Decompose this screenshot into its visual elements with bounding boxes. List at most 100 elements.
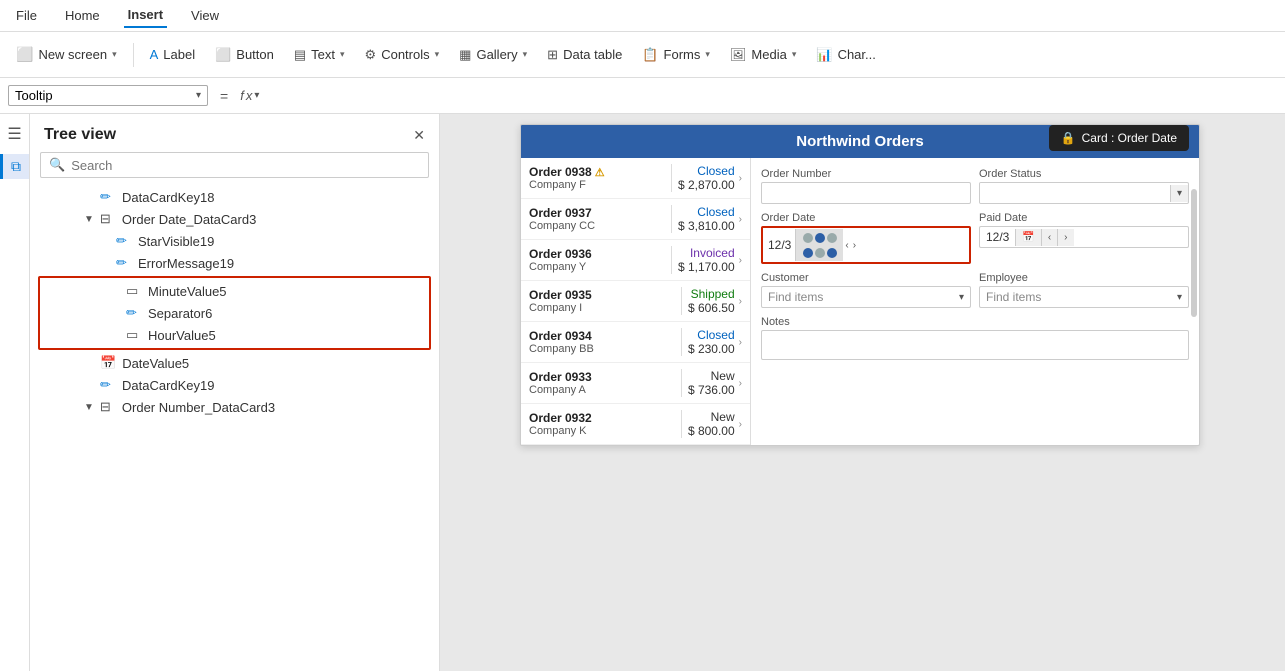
media-button[interactable]: 🖼 Media ▾ [722,43,804,67]
menu-insert[interactable]: Insert [124,3,167,28]
property-chevron: ▾ [196,90,201,101]
sidebar-header: Tree view ✕ [30,114,439,152]
orders-list: Order 0938⚠ Company F Closed $ 2,870.00 … [521,158,751,445]
search-input[interactable] [71,158,420,173]
item-label: StarVisible19 [138,234,431,249]
order-item-0938[interactable]: Order 0938⚠ Company F Closed $ 2,870.00 … [521,158,750,199]
employee-find-items[interactable]: Find items ▾ [979,286,1189,308]
order-item-0936[interactable]: Order 0936 Company Y Invoiced $ 1,170.00… [521,240,750,281]
warn-icon: ⚠ [595,167,605,179]
new-screen-button[interactable]: ⬜ New screen ▾ [8,42,125,67]
dot3 [827,233,837,243]
order-company: Company A [529,384,675,396]
item-label: DataCardKey19 [122,378,431,393]
label-button[interactable]: A Label [142,43,203,66]
tree-item-minutevalue5[interactable]: ▭ MinuteValue5 [40,280,429,302]
sep1 [133,43,134,67]
detail-row-1: Order Number Order Status ▾ [761,168,1189,204]
data-table-button[interactable]: ⊞ Data table [539,43,630,67]
layers-tool-active[interactable]: ⧉ [0,154,29,179]
chart-button[interactable]: 📊 Char... [808,43,883,67]
order-item-0933[interactable]: Order 0933 Company A New $ 736.00 › [521,363,750,404]
tree-item-errormessage19[interactable]: ✏ ErrorMessage19 [30,252,439,274]
tree-item-datacardkey18[interactable]: ✏ DataCardKey18 [30,186,439,208]
rect-icon: ▭ [126,327,142,343]
order-item-0937[interactable]: Order 0937 Company CC Closed $ 3,810.00 … [521,199,750,240]
grid-icon: ⊟ [100,211,116,227]
edit-icon: ✏ [116,233,132,249]
edit-icon: ✏ [100,377,116,393]
order-number: Order 0932 [529,411,675,425]
order-item-0935[interactable]: Order 0935 Company I Shipped $ 606.50 › [521,281,750,322]
tree-content: ✏ DataCardKey18 ▼ ⊟ Order Date_DataCard3… [30,186,439,671]
date-nav-right[interactable]: › [851,240,858,251]
divider [671,205,672,233]
divider [671,246,672,274]
employee-label: Employee [979,272,1189,284]
detail-row-4: Notes [761,316,1189,360]
hamburger-icon[interactable]: ☰ [7,124,21,144]
order-number-field: Order Number [761,168,971,204]
tree-item-datacardkey19[interactable]: ✏ DataCardKey19 [30,374,439,396]
divider [671,164,672,192]
date-nav-left[interactable]: ‹ [843,240,850,251]
fx-x: x [246,88,253,103]
order-company: Company K [529,425,675,437]
order-status-select[interactable]: ▾ [979,182,1189,204]
order-item-0932[interactable]: Order 0932 Company K New $ 800.00 › [521,404,750,445]
controls-button[interactable]: ⚙ Controls ▾ [357,43,448,67]
item-label: HourValue5 [148,328,421,343]
fx-chevron[interactable]: ▾ [254,90,259,101]
controls-chevron: ▾ [435,49,440,60]
left-toolbar: ☰ ⧉ [0,114,30,671]
order-number-input[interactable] [761,182,971,204]
button-label: Button [236,47,274,62]
gallery-button[interactable]: ▦ Gallery ▾ [451,43,535,67]
paid-date-nav-left[interactable]: ‹ [1041,229,1057,246]
order-company: Company F [529,179,665,191]
order-date-picker[interactable]: 12/3 ‹ › [761,226,971,264]
order-status-input[interactable] [980,183,1170,203]
order-company: Company BB [529,343,675,355]
sidebar-close-button[interactable]: ✕ [413,127,425,144]
menu-file[interactable]: File [12,4,41,27]
edit-icon: ✏ [100,189,116,205]
order-amount: $ 230.00 [688,342,735,356]
tree-item-datevalue5[interactable]: 📅 DateValue5 [30,352,439,374]
main-area: ☰ ⧉ Tree view ✕ 🔍 ✏ DataCardKey18 [0,114,1285,671]
sidebar: Tree view ✕ 🔍 ✏ DataCardKey18 ▼ ⊟ Order … [30,114,440,671]
order-item-0934[interactable]: Order 0934 Company BB Closed $ 230.00 › [521,322,750,363]
label-label: Label [163,47,195,62]
property-selector[interactable]: Tooltip ▾ [8,85,208,106]
tree-item-starvisible19[interactable]: ✏ StarVisible19 [30,230,439,252]
tooltip-popup: 🔒 Card : Order Date [1049,125,1189,151]
card-body: Order 0938⚠ Company F Closed $ 2,870.00 … [521,158,1199,445]
customer-find-items[interactable]: Find items ▾ [761,286,971,308]
tree-item-ordernumber-datacard3[interactable]: ▼ ⊟ Order Number_DataCard3 [30,396,439,418]
menu-home[interactable]: Home [61,4,104,27]
item-label: ErrorMessage19 [138,256,431,271]
order-status: Invoiced [678,246,735,260]
tree-item-hourvalue5[interactable]: ▭ HourValue5 [40,324,429,346]
fx-area: f x ▾ [240,88,259,103]
text-button[interactable]: ▤ Text ▾ [286,43,353,67]
tree-item-separator6[interactable]: ✏ Separator6 [40,302,429,324]
data-table-label: Data table [563,47,622,62]
notes-input[interactable] [761,330,1189,360]
detail-row-2: Order Date 12/3 [761,212,1189,264]
order-amount: $ 3,810.00 [678,219,735,233]
order-date-label: Order Date [761,212,971,224]
dot4 [803,248,813,258]
layers-icon: ⧉ [11,158,21,175]
forms-button[interactable]: 📋 Forms ▾ [634,43,718,67]
find-items-placeholder2: Find items [986,290,1041,304]
order-amount: $ 1,170.00 [678,260,735,274]
tree-item-orderdate-datacard3[interactable]: ▼ ⊟ Order Date_DataCard3 [30,208,439,230]
forms-chevron: ▾ [705,49,710,60]
button-button[interactable]: ⬜ Button [207,43,282,67]
paid-date-picker[interactable]: 12/3 📅 ‹ › [979,226,1189,248]
menu-view[interactable]: View [187,4,223,27]
order-amount: $ 800.00 [688,424,735,438]
paid-date-nav-right[interactable]: › [1057,229,1073,246]
order-date-field: Order Date 12/3 [761,212,971,264]
